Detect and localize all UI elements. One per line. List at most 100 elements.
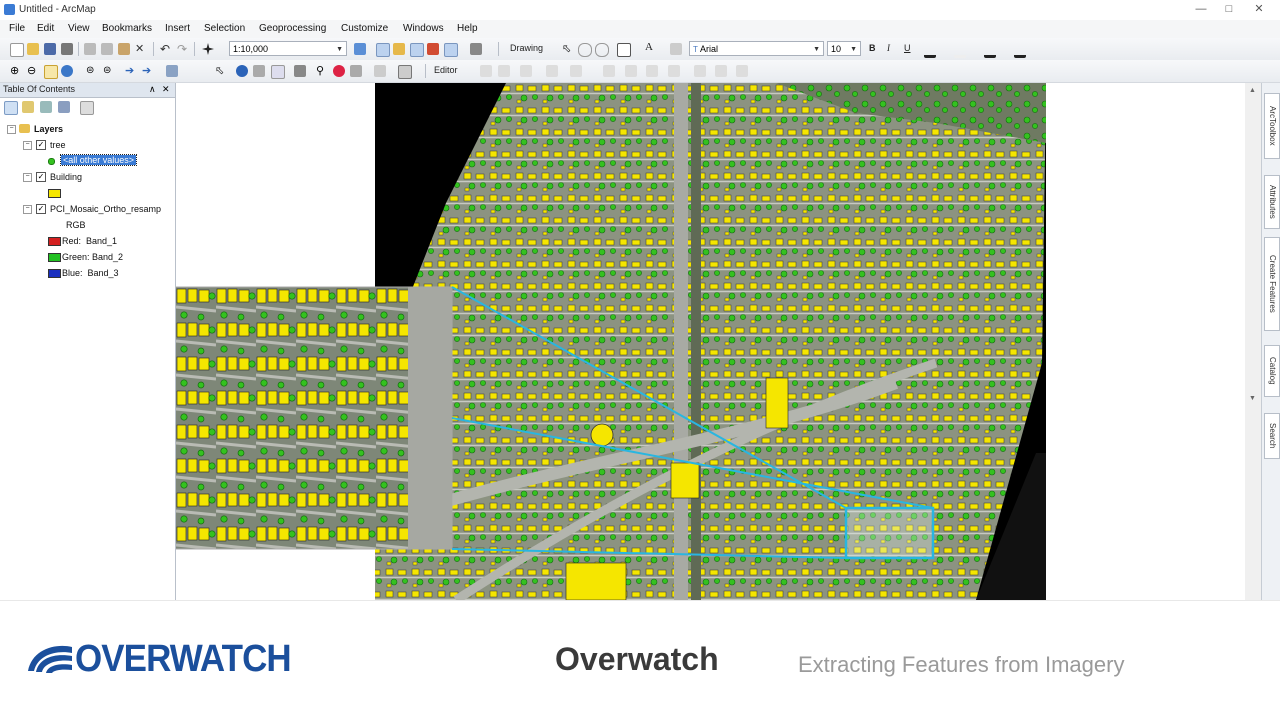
layers-expander-icon[interactable]: − [7, 125, 16, 134]
raster-layer-label[interactable]: PCI_Mosaic_Ortho_resamp [50, 204, 161, 214]
full-extent-icon[interactable] [61, 65, 73, 77]
edit-vertices-icon[interactable] [670, 43, 682, 55]
list-by-source-icon[interactable] [22, 101, 34, 113]
tree-expander-icon[interactable]: − [23, 141, 32, 150]
raster-visibility-checkbox[interactable]: ✓ [36, 204, 46, 214]
python-window-icon[interactable] [444, 43, 458, 57]
rectangle-icon[interactable] [617, 43, 631, 57]
new-document-icon[interactable] [10, 43, 24, 57]
attributes-icon[interactable] [715, 65, 727, 77]
trace-icon[interactable] [570, 65, 582, 77]
raster-expander-icon[interactable]: − [23, 205, 32, 214]
menu-help[interactable]: Help [457, 23, 478, 34]
measure-icon[interactable] [294, 65, 306, 77]
menu-bookmarks[interactable]: Bookmarks [102, 23, 152, 34]
table-of-contents-icon[interactable] [376, 43, 390, 57]
delete-icon[interactable]: ✕ [135, 43, 147, 55]
font-size-combo[interactable]: 10 ▼ [827, 41, 861, 56]
split-icon[interactable] [668, 65, 680, 77]
tree-visibility-checkbox[interactable]: ✓ [36, 140, 46, 150]
menu-view[interactable]: View [68, 23, 90, 34]
pan-icon[interactable] [44, 65, 58, 79]
edit-annotation-icon[interactable] [498, 65, 510, 77]
find-route-icon[interactable] [333, 65, 345, 77]
print-icon[interactable] [61, 43, 73, 55]
zoom-in-icon[interactable]: ⊕ [10, 65, 22, 77]
toc-options-icon[interactable] [80, 101, 94, 115]
scroll-up-icon[interactable]: ▲ [1249, 87, 1256, 94]
hyperlink-icon[interactable] [253, 65, 265, 77]
select-by-location-icon[interactable] [166, 65, 178, 77]
map-display[interactable] [176, 83, 1261, 600]
sketch-properties-icon[interactable] [736, 65, 748, 77]
fill-color-icon[interactable] [954, 43, 966, 58]
end-point-arc-icon[interactable] [546, 65, 558, 77]
edit-tool-icon[interactable] [480, 65, 492, 77]
zoom-to-selected-icon[interactable] [595, 43, 609, 57]
straight-segment-icon[interactable] [520, 65, 532, 77]
search-tab[interactable]: Search [1264, 413, 1280, 459]
list-by-drawing-order-icon[interactable] [4, 101, 18, 115]
cut-polygons-icon[interactable] [646, 65, 658, 77]
font-name-combo[interactable]: T Arial ▼ [689, 41, 824, 56]
menu-file[interactable]: File [9, 23, 25, 34]
font-color-icon[interactable] [924, 43, 936, 58]
menu-geoprocessing[interactable]: Geoprocessing [259, 23, 326, 34]
bold-button[interactable]: B [869, 43, 876, 53]
cut-icon[interactable] [84, 43, 96, 55]
marker-color-icon[interactable] [1014, 43, 1026, 58]
arctoolbox-icon[interactable] [427, 43, 439, 55]
zoom-out-icon[interactable]: ⊖ [27, 65, 39, 77]
catalog-tab[interactable]: Catalog [1264, 345, 1280, 397]
building-expander-icon[interactable]: − [23, 173, 32, 182]
menu-customize[interactable]: Customize [341, 23, 388, 34]
map-scale-combo[interactable]: 1:10,000 ▼ [229, 41, 347, 56]
time-slider-icon[interactable] [374, 65, 386, 77]
go-to-xy-icon[interactable] [350, 65, 362, 77]
minimize-icon[interactable]: — [1188, 2, 1214, 17]
menu-selection[interactable]: Selection [204, 23, 245, 34]
identify-icon[interactable] [236, 65, 248, 77]
copy-icon[interactable] [101, 43, 113, 55]
line-color-icon[interactable] [984, 43, 996, 58]
open-folder-icon[interactable] [27, 43, 39, 55]
forward-extent-icon[interactable]: ➔ [142, 65, 154, 77]
pin-icon[interactable]: ∧ [149, 84, 156, 95]
menu-windows[interactable]: Windows [403, 23, 444, 34]
close-icon[interactable]: ✕ [1246, 2, 1272, 17]
editor-toolbar-icon[interactable] [354, 43, 366, 55]
tree-layer-label[interactable]: tree [50, 140, 66, 150]
building-layer-label[interactable]: Building [50, 172, 82, 182]
text-tool-icon[interactable]: A [645, 41, 653, 53]
italic-button[interactable]: I [887, 43, 890, 53]
map-vertical-scrollbar[interactable]: ▲ ▼ [1245, 83, 1261, 600]
select-features-icon[interactable]: ⬁ [215, 65, 227, 77]
add-data-icon[interactable] [202, 43, 214, 55]
create-features-tab[interactable]: Create Features [1264, 237, 1280, 331]
menu-edit[interactable]: Edit [37, 23, 54, 34]
edit-vertices-2-icon[interactable] [603, 65, 615, 77]
find-icon[interactable]: ⚲ [316, 65, 328, 77]
attributes-tab[interactable]: Attributes [1264, 175, 1280, 229]
fixed-zoom-out-icon[interactable]: ⊜ [103, 65, 115, 77]
back-extent-icon[interactable]: ➔ [125, 65, 137, 77]
catalog-icon[interactable] [393, 43, 405, 55]
redo-icon[interactable]: ↷ [177, 43, 189, 55]
undo-icon[interactable]: ↶ [160, 43, 172, 55]
rotate-edit-icon[interactable] [694, 65, 706, 77]
fixed-zoom-in-icon[interactable]: ⊜ [86, 65, 98, 77]
tree-legend-label[interactable]: <all other values> [59, 154, 138, 166]
save-icon[interactable] [44, 43, 56, 55]
building-visibility-checkbox[interactable]: ✓ [36, 172, 46, 182]
editor-menu[interactable]: Editor [434, 65, 458, 75]
close-panel-icon[interactable]: ✕ [162, 84, 170, 95]
search-window-icon[interactable] [410, 43, 424, 57]
paste-icon[interactable] [118, 43, 130, 55]
maximize-icon[interactable]: □ [1216, 2, 1242, 17]
create-viewer-icon[interactable] [398, 65, 412, 79]
arctoolbox-tab[interactable]: ArcToolbox [1264, 93, 1280, 159]
rotate-icon[interactable] [578, 43, 592, 57]
html-popup-icon[interactable] [271, 65, 285, 79]
list-by-selection-icon[interactable] [58, 101, 70, 113]
modelbuilder-icon[interactable] [470, 43, 482, 55]
